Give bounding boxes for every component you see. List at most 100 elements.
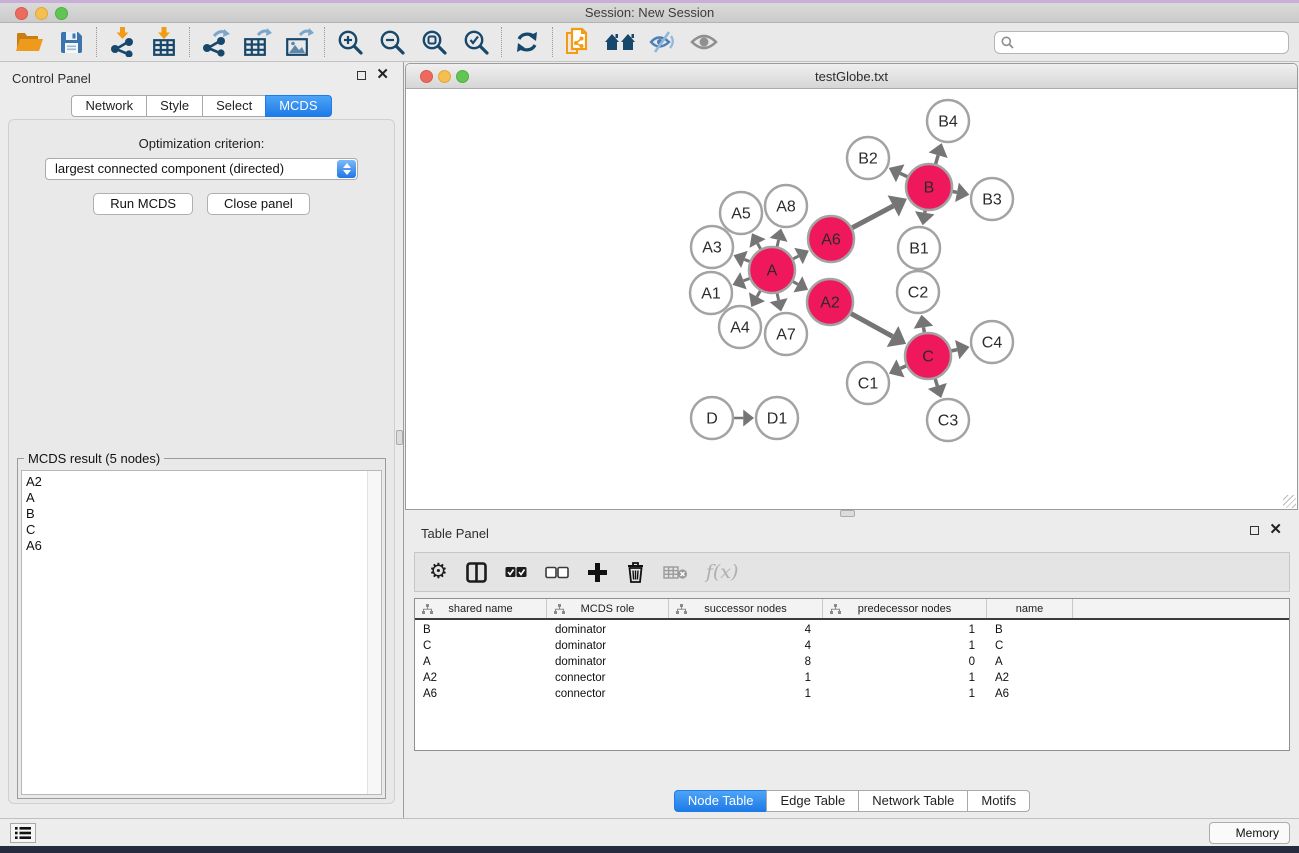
network-view-window: testGlobe.txt B4B2BB3A8A5A6A3B1AC2A1A2A4…	[405, 63, 1298, 510]
graph-edge-B-B4[interactable]	[936, 155, 938, 164]
graph-edge-A-A7[interactable]	[777, 293, 778, 300]
search-input[interactable]	[994, 31, 1289, 54]
graph-edge-A-A5[interactable]	[758, 243, 761, 248]
result-scrollbar[interactable]	[367, 471, 381, 794]
graph-edge-A-A2[interactable]	[793, 282, 798, 285]
graph-edge-A-A6[interactable]	[793, 256, 798, 259]
float-panel-icon[interactable]	[357, 71, 366, 80]
import-table-button[interactable]	[143, 25, 185, 59]
import-network-button[interactable]	[101, 25, 143, 59]
home-button[interactable]	[599, 25, 641, 59]
table-cell: 1	[823, 670, 987, 686]
tab-select[interactable]: Select	[202, 95, 266, 117]
close-panel-button[interactable]: Close panel	[207, 193, 310, 215]
optimization-criterion-label: Optimization criterion:	[9, 136, 394, 151]
tab-motifs[interactable]: Motifs	[967, 790, 1030, 812]
table-row[interactable]: Cdominator41C	[415, 638, 1289, 654]
zoom-in-button[interactable]	[329, 25, 371, 59]
split-view-button[interactable]	[466, 562, 487, 583]
column-header-predecessor-nodes[interactable]: predecessor nodes	[823, 599, 987, 618]
run-mcds-button[interactable]: Run MCDS	[93, 193, 193, 215]
criterion-dropdown[interactable]: largest connected component (directed)	[45, 158, 358, 180]
table-panel: Table Panel ✕ ⚙	[405, 518, 1299, 818]
column-header-name[interactable]: name	[987, 599, 1073, 618]
result-list-item[interactable]: B	[22, 506, 381, 522]
close-panel-icon[interactable]: ✕	[376, 70, 389, 80]
table-settings-button[interactable]: ⚙	[429, 562, 448, 582]
export-table-button[interactable]	[236, 25, 278, 59]
result-list-item[interactable]: A6	[22, 538, 381, 554]
graph-edge-C-C4[interactable]	[951, 350, 957, 351]
tab-network[interactable]: Network	[71, 95, 147, 117]
mcds-result-list[interactable]: A2ABCA6	[21, 470, 382, 795]
refresh-layout-button[interactable]	[506, 25, 548, 59]
delete-table-button[interactable]	[663, 565, 688, 580]
horizontal-split-handle[interactable]	[840, 510, 855, 517]
table-row[interactable]: A2connector11A2	[415, 670, 1289, 686]
graph-node-label: D1	[767, 411, 788, 428]
graph-edge-A-A3[interactable]	[744, 259, 749, 261]
graph-edge-A6-B[interactable]	[852, 206, 893, 228]
edge-arrowhead	[743, 410, 754, 427]
open-session-button[interactable]	[8, 25, 50, 59]
table-row[interactable]: Bdominator41B	[415, 622, 1289, 638]
select-all-button[interactable]	[505, 566, 527, 578]
graph-edge-A2-C[interactable]	[851, 314, 893, 337]
graph-edge-A-A1[interactable]	[743, 278, 749, 280]
tab-style[interactable]: Style	[146, 95, 203, 117]
function-builder-button[interactable]: f(x)	[706, 561, 739, 583]
resize-grip[interactable]	[1283, 495, 1296, 508]
edge-arrowhead	[770, 298, 788, 311]
tab-node-table[interactable]: Node Table	[674, 790, 768, 812]
app-window: Session: New Session	[0, 0, 1299, 853]
table-row[interactable]: Adominator80A	[415, 654, 1289, 670]
node-table[interactable]: shared nameMCDS rolesuccessor nodesprede…	[414, 598, 1290, 751]
column-header-successor-nodes[interactable]: successor nodes	[669, 599, 823, 618]
result-list-item[interactable]: A2	[22, 474, 381, 490]
save-floppy-icon	[59, 30, 84, 55]
clone-network-button[interactable]	[557, 25, 599, 59]
table-cell: dominator	[547, 638, 669, 654]
save-session-button[interactable]	[50, 25, 92, 59]
tab-network-table[interactable]: Network Table	[858, 790, 968, 812]
graph-node-label: B	[924, 180, 935, 197]
task-history-button[interactable]	[10, 823, 36, 843]
graph-edge-A-A4[interactable]	[757, 291, 760, 297]
hide-selected-button[interactable]	[641, 25, 683, 59]
memory-button[interactable]: Memory	[1209, 822, 1290, 844]
graph-edge-C-C2[interactable]	[924, 327, 925, 332]
graph-edge-B-B3[interactable]	[953, 191, 957, 192]
zoom-fit-button[interactable]	[413, 25, 455, 59]
graph-edge-C-C1[interactable]	[901, 366, 907, 369]
export-image-button[interactable]	[278, 25, 320, 59]
import-table-icon	[151, 27, 177, 57]
close-panel-icon[interactable]: ✕	[1269, 525, 1282, 535]
export-network-button[interactable]	[194, 25, 236, 59]
tab-mcds[interactable]: MCDS	[265, 95, 331, 117]
list-icon	[15, 826, 31, 840]
float-panel-icon[interactable]	[1250, 526, 1259, 535]
column-header-MCDS-role[interactable]: MCDS role	[547, 599, 669, 618]
table-row[interactable]: A6connector11A6	[415, 686, 1289, 702]
tab-edge-table[interactable]: Edge Table	[766, 790, 859, 812]
graph-edge-A-A8[interactable]	[777, 240, 778, 247]
add-column-button[interactable]	[587, 562, 608, 583]
graph-node-label: C4	[982, 335, 1003, 352]
table-cell: 1	[669, 686, 823, 702]
delete-columns-button[interactable]	[626, 561, 645, 583]
zoom-out-button[interactable]	[371, 25, 413, 59]
import-network-icon	[109, 27, 136, 57]
zoom-selected-icon	[463, 29, 490, 56]
graph-node-label: D	[706, 411, 718, 428]
graph-node-label: B2	[858, 151, 878, 168]
graph-edge-C-C3[interactable]	[935, 379, 937, 386]
deselect-all-button[interactable]	[545, 566, 569, 579]
result-list-item[interactable]: C	[22, 522, 381, 538]
column-header-shared-name[interactable]: shared name	[415, 599, 547, 618]
show-all-button[interactable]	[683, 25, 725, 59]
vertical-split-handle[interactable]	[396, 430, 403, 445]
zoom-selected-button[interactable]	[455, 25, 497, 59]
network-canvas[interactable]: B4B2BB3A8A5A6A3B1AC2A1A2A4A7C4CC1C3DD1	[406, 89, 1297, 509]
graph-edge-B-B2[interactable]	[900, 173, 907, 176]
result-list-item[interactable]: A	[22, 490, 381, 506]
